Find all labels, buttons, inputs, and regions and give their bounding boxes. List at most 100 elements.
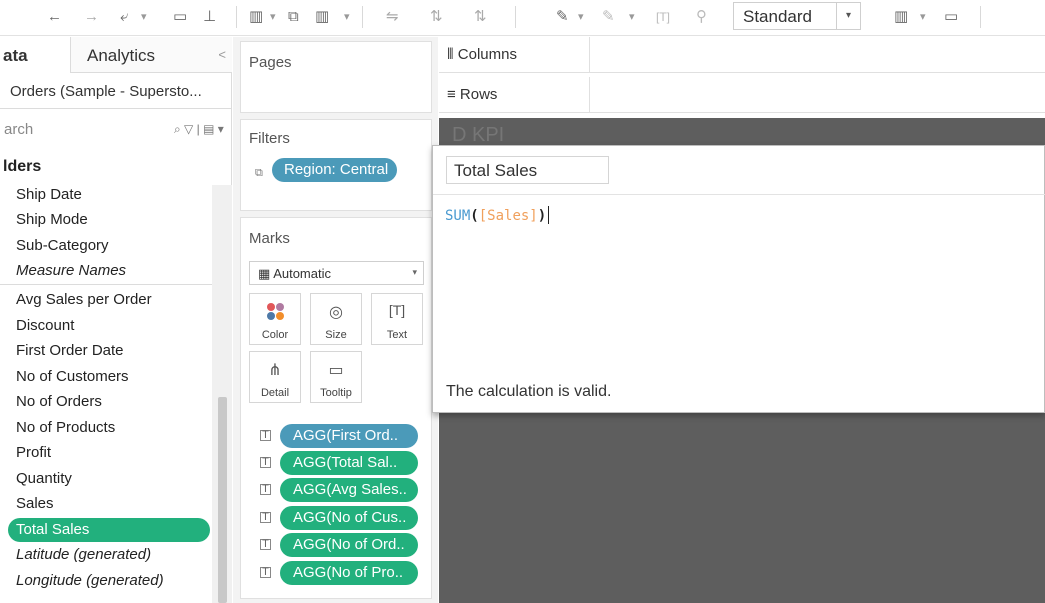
datasource-item[interactable]: Orders (Sample - Supersto...: [0, 73, 232, 109]
dimensions-measures-divider: [0, 284, 232, 285]
text-icon: T: [260, 539, 271, 550]
detail-icon: ⋔: [268, 362, 282, 379]
swap-rows-columns-icon[interactable]: ⇋: [386, 6, 399, 28]
field-item[interactable]: Avg Sales per Order: [16, 289, 152, 311]
dropdown-arrow-icon[interactable]: ▾: [344, 6, 350, 28]
filter-pill-region[interactable]: Region: Central: [272, 158, 397, 182]
tab-analytics[interactable]: Analytics <: [70, 37, 232, 73]
dropdown-arrow-icon[interactable]: ▾: [629, 6, 635, 28]
mark-pill[interactable]: AGG(Avg Sales..: [280, 478, 418, 502]
field-item[interactable]: Longitude (generated): [16, 570, 164, 592]
field-item-selected[interactable]: Total Sales: [8, 518, 210, 542]
new-datasource-icon[interactable]: ⊥: [203, 6, 216, 28]
formula-editor[interactable]: SUM([Sales]): [445, 206, 550, 224]
undo-history-icon[interactable]: ⤶: [120, 6, 128, 28]
mark-pill[interactable]: AGG(Total Sal..: [280, 451, 418, 475]
detail-button[interactable]: ⋔ Detail: [249, 351, 301, 403]
fix-axes-icon[interactable]: ⚲: [696, 6, 707, 28]
text-icon: [T]: [388, 302, 406, 318]
tooltip-button[interactable]: ▭ Tooltip: [310, 351, 362, 403]
folder-heading[interactable]: lders: [0, 158, 41, 176]
sort-ascending-icon[interactable]: ⇅: [430, 6, 443, 28]
text-button[interactable]: [T] Text: [371, 293, 423, 345]
group-members-icon[interactable]: ✎: [602, 6, 615, 28]
new-worksheet-icon[interactable]: ▥: [249, 6, 263, 28]
show-labels-icon[interactable]: [T]: [656, 6, 670, 28]
dropdown-arrow-icon[interactable]: ▾: [578, 6, 584, 28]
text-label: Text: [386, 329, 408, 341]
duplicate-sheet-icon[interactable]: ⧉: [288, 6, 299, 28]
rows-shelf[interactable]: ≡ Rows: [439, 77, 1045, 113]
chevron-down-icon[interactable]: ▾: [836, 3, 860, 29]
field-item[interactable]: Discount: [16, 315, 74, 337]
pages-card[interactable]: Pages: [240, 41, 432, 113]
calc-status: The calculation is valid.: [446, 383, 612, 400]
fit-dropdown[interactable]: Standard ▾: [733, 2, 861, 30]
toolbar: ← → ⤶ ▾ ▭ ⊥ ▥ ▾ ⧉ ▥ ▾ ⇋ ⇅ ⇅ ✎ ▾ ✎ ▾ [T] …: [0, 0, 1045, 36]
fit-dropdown-value: Standard: [743, 7, 812, 26]
field-item[interactable]: Ship Date: [16, 184, 82, 206]
search-input[interactable]: arch: [4, 121, 33, 138]
dropdown-arrow-icon[interactable]: ▾: [920, 6, 926, 28]
dropdown-arrow-icon[interactable]: ▾: [270, 6, 276, 28]
save-icon[interactable]: ▭: [173, 6, 187, 28]
field-item[interactable]: Sub-Category: [16, 235, 109, 257]
forward-icon[interactable]: →: [84, 6, 99, 28]
formula-function: SUM: [445, 208, 471, 224]
tooltip-icon: ▭: [328, 362, 344, 379]
color-icon: [267, 303, 285, 321]
mark-pill[interactable]: AGG(No of Ord..: [280, 533, 418, 557]
field-item[interactable]: Measure Names: [16, 260, 126, 282]
field-item[interactable]: Ship Mode: [16, 209, 88, 231]
filters-title: Filters: [249, 130, 290, 147]
formula-paren: ): [537, 208, 547, 224]
back-icon[interactable]: ←: [47, 6, 62, 28]
scrollbar-thumb[interactable]: [218, 397, 227, 603]
field-item[interactable]: Latitude (generated): [16, 544, 151, 566]
color-button[interactable]: Color: [249, 293, 301, 345]
tab-data[interactable]: ata: [0, 37, 70, 73]
formula-paren: (: [470, 208, 479, 224]
columns-title: Columns: [457, 46, 517, 63]
field-item[interactable]: Profit: [16, 442, 51, 464]
cards-area: Pages Filters ⧉ Region: Central Marks ▦ …: [233, 37, 438, 603]
detail-label: Detail: [260, 387, 290, 399]
pages-title: Pages: [249, 54, 292, 71]
tab-analytics-label: Analytics: [87, 46, 156, 65]
dropdown-arrow-icon[interactable]: ▾: [141, 6, 147, 28]
sheet-title: D KPI: [452, 124, 505, 146]
presentation-mode-icon[interactable]: ▭: [944, 6, 958, 28]
mark-type-dropdown[interactable]: ▦ Automatic ▾: [249, 261, 424, 285]
data-pane: ata Analytics < Orders (Sample - Superst…: [0, 37, 232, 603]
sort-descending-icon[interactable]: ⇅: [474, 6, 487, 28]
toolbar-divider: [515, 6, 516, 28]
field-item[interactable]: No of Products: [16, 417, 115, 439]
mark-type-value: ▦ Automatic: [258, 266, 331, 281]
formula-field: [Sales]: [478, 208, 538, 224]
columns-shelf[interactable]: ⦀ Columns: [439, 37, 1045, 73]
show-me-icon[interactable]: ▥: [894, 6, 908, 28]
clear-sheet-icon[interactable]: ▥: [315, 6, 329, 28]
search-icon[interactable]: ⌕ ▽ | ▤ ▾: [174, 122, 224, 137]
collapse-pane-icon[interactable]: <: [218, 47, 226, 62]
highlight-icon[interactable]: ✎: [556, 6, 569, 28]
mark-pill[interactable]: AGG(First Ord..: [280, 424, 418, 448]
field-search[interactable]: arch ⌕ ▽ | ▤ ▾: [0, 117, 232, 145]
chevron-down-icon[interactable]: ▾: [412, 267, 417, 278]
field-item[interactable]: No of Customers: [16, 366, 129, 388]
size-button[interactable]: ◎ Size: [310, 293, 362, 345]
field-item[interactable]: First Order Date: [16, 340, 124, 362]
mark-pill[interactable]: AGG(No of Cus..: [280, 506, 418, 530]
text-cursor: [548, 206, 550, 224]
size-label: Size: [325, 329, 347, 341]
field-item[interactable]: Sales: [16, 493, 54, 515]
text-icon: T: [260, 457, 271, 468]
mark-pill[interactable]: AGG(No of Pro..: [280, 561, 418, 585]
rows-title: Rows: [459, 86, 498, 103]
calculation-editor[interactable]: Total Sales SUM([Sales]) The calculation…: [432, 145, 1045, 413]
mark-type-label: Automatic: [273, 266, 331, 281]
field-item[interactable]: No of Orders: [16, 391, 102, 413]
size-icon: ◎: [329, 304, 343, 321]
calc-name-field[interactable]: Total Sales: [446, 156, 609, 184]
field-item[interactable]: Quantity: [16, 468, 72, 490]
